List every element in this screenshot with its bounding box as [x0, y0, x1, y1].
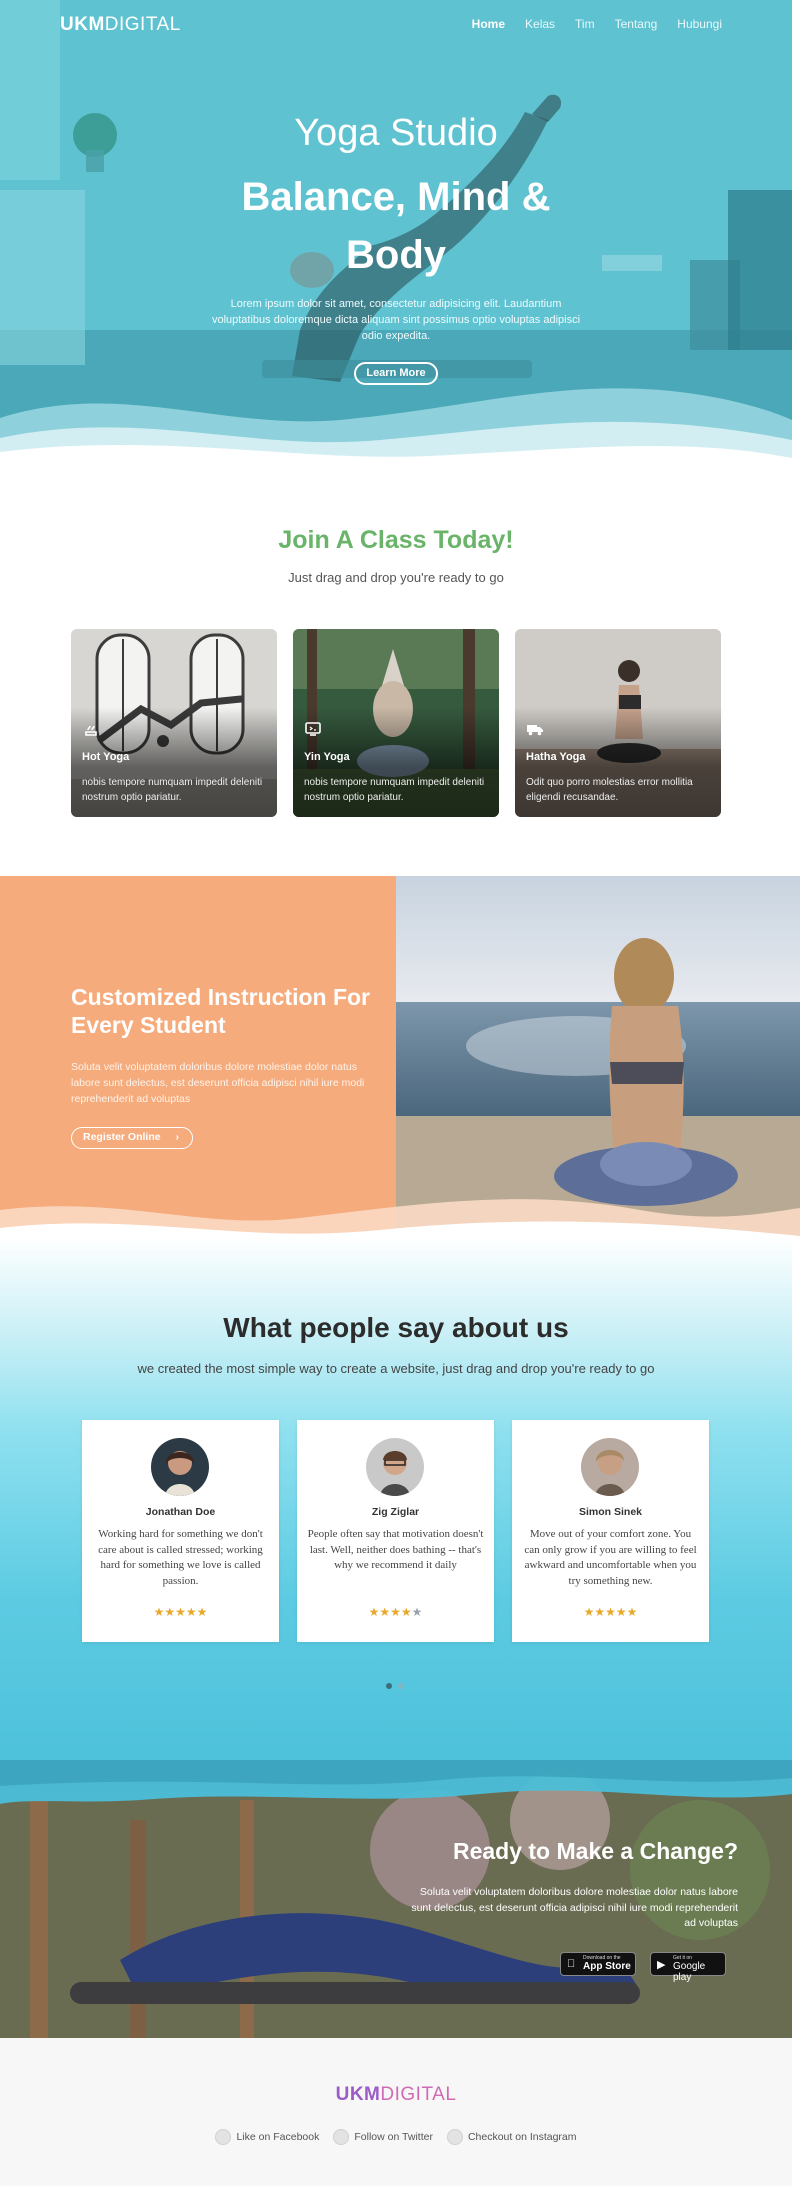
google-play-button[interactable]: ▶ Get it on Google play: [650, 1952, 726, 1983]
star-icon: ★: [583, 1605, 595, 1619]
hero-title: Balance, Mind & Body: [0, 168, 792, 284]
logo[interactable]: UKMDIGITAL: [60, 14, 181, 36]
class-card-hatha-yoga[interactable]: Hatha Yoga Odit quo porro molestias erro…: [515, 629, 721, 817]
register-online-button[interactable]: Register Online ›: [71, 1127, 193, 1149]
class-card-yin-yoga[interactable]: Yin Yoga nobis tempore numquam impedit d…: [293, 629, 499, 817]
footer-logo[interactable]: UKMDIGITAL: [0, 2084, 792, 2106]
star-rating: ★★★★★: [512, 1605, 709, 1619]
instagram-link[interactable]: Checkout on Instagram: [446, 2129, 577, 2145]
star-icon: ★: [175, 1605, 186, 1619]
nav-tentang[interactable]: Tentang: [615, 17, 658, 31]
testimonial-name: Zig Ziglar: [371, 1506, 420, 1518]
cta-text: Soluta velit voluptatem doloribus dolore…: [411, 1886, 738, 1929]
truck-icon: [527, 725, 543, 736]
testimonial-quote: People often say that motivation doesn't…: [307, 1528, 484, 1571]
testimonial-name: Jonathan Doe: [145, 1506, 216, 1518]
custom-text: Soluta velit voluptatem doloribus dolore…: [71, 1061, 365, 1105]
nav-home[interactable]: Home: [472, 17, 505, 31]
join-subtitle: Just drag and drop you're ready to go: [288, 570, 504, 585]
star-empty-icon: ★: [411, 1605, 423, 1619]
star-icon: ★: [196, 1605, 208, 1619]
card-title: Hot Yoga: [82, 751, 130, 763]
beach-yoga-image: [396, 876, 800, 1236]
testimonial-card: Simon Sinek Move out of your comfort zon…: [512, 1420, 709, 1642]
custom-section-panel: [0, 876, 396, 1236]
card-text: Odit quo porro molestias error mollitia …: [526, 777, 693, 803]
hero-text: Lorem ipsum dolor sit amet, consectetur …: [211, 298, 581, 342]
card-text: nobis tempore numquam impedit deleniti n…: [304, 777, 485, 803]
carousel-dot[interactable]: [398, 1683, 404, 1689]
hero-title-line2: Body: [346, 233, 446, 277]
testimonials-subtitle: we created the most simple way to create…: [137, 1361, 655, 1376]
screen-icon: [305, 722, 321, 736]
carousel-dots: [386, 1683, 404, 1689]
nav-hubungi[interactable]: Hubungi: [677, 17, 722, 31]
nav-kelas[interactable]: Kelas: [525, 17, 555, 31]
star-icon: ★: [153, 1605, 165, 1619]
main-nav: Home Kelas Tim Tentang Hubungi: [472, 17, 722, 31]
avatar: [151, 1438, 209, 1496]
steam-icon: [85, 725, 97, 736]
testimonials-title: What people say about us: [223, 1312, 569, 1343]
star-icon: ★: [605, 1605, 616, 1619]
facebook-icon: [215, 2129, 232, 2145]
learn-more-button[interactable]: Learn More: [354, 362, 438, 385]
nav-tim[interactable]: Tim: [575, 17, 595, 31]
star-icon: ★: [626, 1605, 638, 1619]
twitter-link[interactable]: Follow on Twitter: [333, 2129, 433, 2145]
app-store-button[interactable]:  Download on the App Store: [560, 1952, 636, 1976]
class-card-hot-yoga[interactable]: Hot Yoga nobis tempore numquam impedit d…: [71, 629, 277, 817]
register-online-label: Register Online: [83, 1131, 161, 1143]
chevron-right-icon: ›: [175, 1132, 179, 1143]
card-title: Hatha Yoga: [526, 751, 586, 763]
testimonial-name: Simon Sinek: [578, 1506, 642, 1518]
star-icon: ★: [164, 1605, 176, 1619]
star-rating: ★★★★★: [82, 1605, 279, 1619]
star-rating: ★★★★★: [297, 1605, 494, 1619]
join-title: Join A Class Today!: [278, 526, 514, 554]
card-title: Yin Yoga: [304, 751, 350, 763]
hero-title-line1: Balance, Mind &: [241, 175, 551, 219]
google-play-icon: ▶: [657, 1959, 666, 1971]
footer: [0, 2038, 792, 2186]
star-icon: ★: [379, 1605, 391, 1619]
star-icon: ★: [185, 1605, 197, 1619]
google-play-label: Google play: [673, 1961, 706, 1983]
avatar: [581, 1438, 639, 1496]
instagram-icon: [446, 2129, 463, 2145]
facebook-link[interactable]: Like on Facebook: [215, 2129, 319, 2145]
star-icon: ★: [390, 1605, 401, 1619]
star-icon: ★: [615, 1605, 627, 1619]
custom-title: Customized Instruction For Every Student: [71, 984, 370, 1038]
footer-links: Like on Facebook Follow on Twitter Check…: [0, 2129, 792, 2145]
app-store-label: App Store: [583, 1961, 631, 1972]
star-icon: ★: [400, 1605, 412, 1619]
cta-title: Ready to Make a Change?: [452, 1838, 738, 1864]
testimonial-quote: Move out of your comfort zone. You can o…: [524, 1528, 697, 1587]
avatar: [366, 1438, 424, 1496]
card-text: nobis tempore numquam impedit deleniti n…: [82, 777, 263, 803]
apple-icon: : [567, 1958, 575, 1970]
testimonial-card: Jonathan Doe Working hard for something …: [82, 1420, 279, 1642]
hero-subtitle: Yoga Studio: [294, 112, 498, 154]
testimonial-quote: Working hard for something we don't care…: [98, 1528, 263, 1587]
star-icon: ★: [594, 1605, 606, 1619]
testimonial-card: Zig Ziglar People often say that motivat…: [297, 1420, 494, 1642]
twitter-icon: [333, 2129, 350, 2145]
carousel-dot-active[interactable]: [386, 1683, 392, 1689]
star-icon: ★: [368, 1605, 380, 1619]
